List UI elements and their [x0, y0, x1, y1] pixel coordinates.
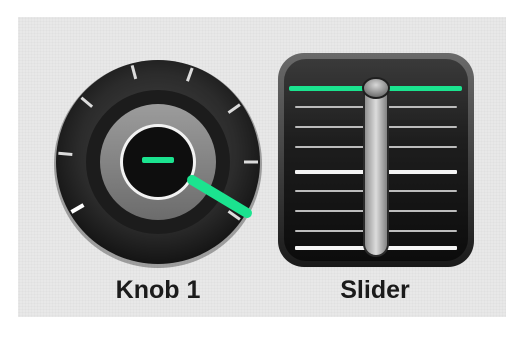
knob-center-dash-icon	[142, 157, 174, 163]
slider-track	[363, 79, 389, 257]
slider-control[interactable]	[278, 53, 474, 267]
slider-label: Slider	[340, 276, 410, 304]
slider-thumb[interactable]	[362, 77, 390, 99]
knob-tick	[58, 151, 73, 156]
knob-control[interactable]	[54, 60, 262, 268]
control-surface: Knob 1 Slider	[0, 0, 521, 339]
knob-label: Knob 1	[115, 276, 201, 304]
